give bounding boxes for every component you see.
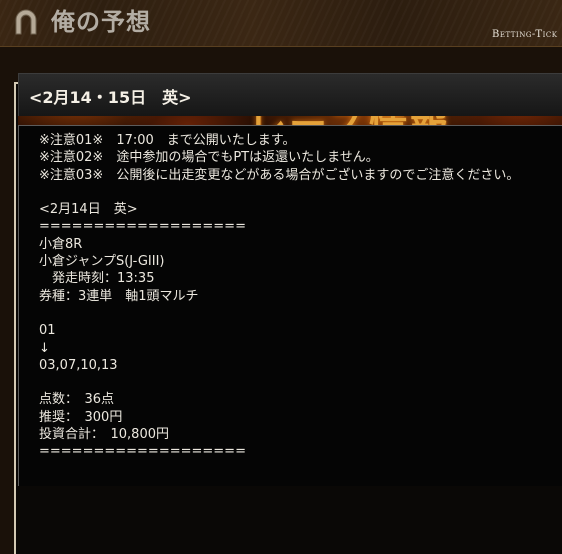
prediction-content: ※注意01※ 17:00 まで公開いたします。 ※注意02※ 途中参加の場合でも…: [18, 125, 562, 486]
section-heading-text: <2月14・15日 英>: [29, 88, 192, 107]
site-subtitle: Betting-Tick: [492, 29, 558, 40]
horseshoe-icon: [15, 9, 37, 35]
section-heading: <2月14・15日 英>: [18, 73, 562, 116]
site-header: 俺の予想 Betting-Tick: [0, 0, 562, 47]
prediction-text: ※注意01※ 17:00 まで公開いたします。 ※注意02※ 途中参加の場合でも…: [39, 133, 520, 460]
site-title[interactable]: 俺の予想: [51, 6, 151, 38]
